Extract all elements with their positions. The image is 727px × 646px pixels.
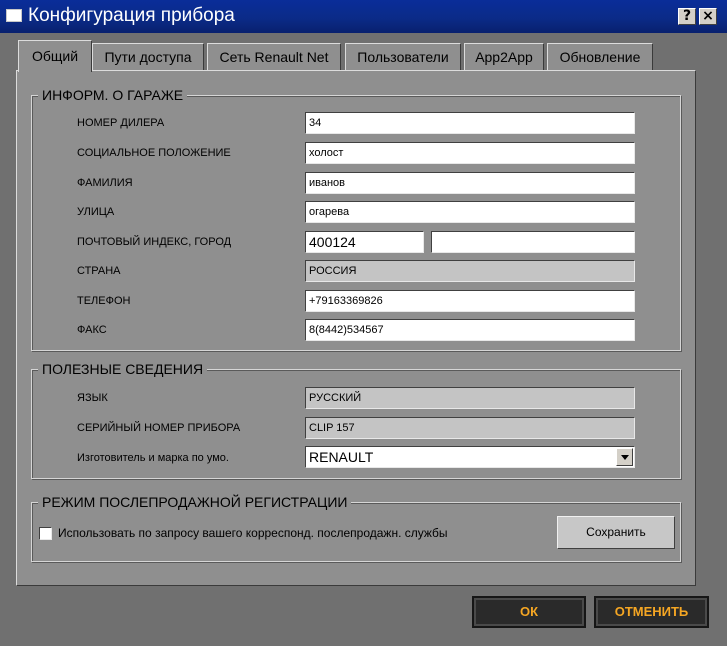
serial-number-field: CLIP 157 [305,417,635,439]
social-status-label: СОЦИАЛЬНОЕ ПОЛОЖЕНИЕ [77,147,231,159]
tab-general[interactable]: Общий [18,40,92,72]
tab-app2app[interactable]: App2App [464,43,544,71]
phone-label: ТЕЛЕФОН [77,295,131,307]
tab-renault-net[interactable]: Сеть Renault Net [207,43,341,71]
country-field: РОССИЯ [305,260,635,282]
social-status-field[interactable]: холост [305,142,635,164]
aftersales-checkbox-label: Использовать по запросу вашего корреспон… [58,526,448,540]
city-field[interactable] [431,231,635,253]
garage-info-legend: ИНФОРМ. О ГАРАЖЕ [38,87,188,103]
chevron-down-icon[interactable] [616,448,633,466]
street-field[interactable]: огарева [305,201,635,223]
ok-button[interactable]: ОК [472,596,586,628]
phone-field[interactable]: +79163369826 [305,290,635,312]
config-dialog: Конфигурация прибора ? × Общий Пути дост… [0,0,727,646]
default-maker-value: RENAULT [309,449,374,465]
serial-number-label: СЕРИЙНЫЙ НОМЕР ПРИБОРА [77,422,241,434]
window-icon [6,9,22,22]
country-label: СТРАНА [77,265,121,277]
language-label: ЯЗЫК [77,392,108,404]
useful-info-legend: ПОЛЕЗНЫЕ СВЕДЕНИЯ [38,361,208,377]
fax-label: ФАКС [77,324,107,336]
default-maker-label: Изготовитель и марка по умо. [77,452,229,464]
tab-users[interactable]: Пользователи [345,43,461,71]
default-maker-select[interactable]: RENAULT [305,446,635,468]
dealer-number-label: НОМЕР ДИЛЕРА [77,117,165,129]
language-field: РУССКИЙ [305,387,635,409]
dealer-number-field[interactable]: 34 [305,112,635,134]
cancel-button[interactable]: ОТМЕНИТЬ [594,596,709,628]
postcode-city-label: ПОЧТОВЫЙ ИНДЕКС, ГОРОД [77,236,232,248]
tab-update[interactable]: Обновление [547,43,653,71]
window-title: Конфигурация прибора [28,5,235,26]
save-button[interactable]: Сохранить [557,516,675,549]
fax-field[interactable]: 8(8442)534567 [305,319,635,341]
tab-access-paths[interactable]: Пути доступа [92,43,204,71]
street-label: УЛИЦА [77,206,115,218]
postcode-field[interactable]: 400124 [305,231,424,253]
close-button[interactable]: × [699,8,717,25]
help-button[interactable]: ? [678,8,696,25]
aftersales-checkbox[interactable] [39,527,52,540]
surname-field[interactable]: иванов [305,172,635,194]
aftersales-legend: РЕЖИМ ПОСЛЕПРОДАЖНОЙ РЕГИСТРАЦИИ [38,494,352,510]
title-bar[interactable]: Конфигурация прибора ? × [0,0,727,33]
surname-label: ФАМИЛИЯ [77,177,133,189]
